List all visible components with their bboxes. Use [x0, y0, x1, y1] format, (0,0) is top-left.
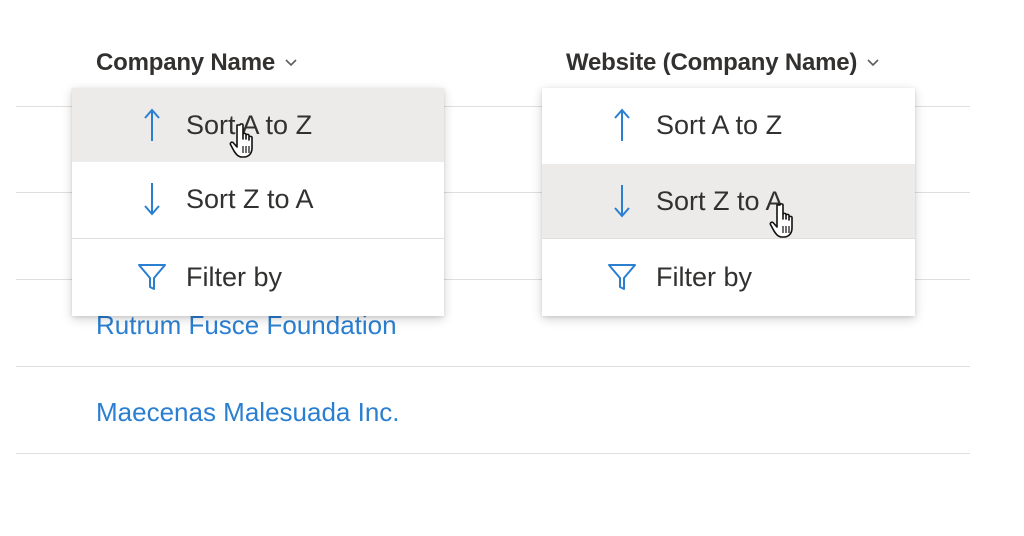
- arrow-down-icon: [606, 181, 638, 221]
- menu-item-sort-a-to-z[interactable]: Sort A to Z: [72, 88, 444, 162]
- menu-item-filter-by[interactable]: Filter by: [72, 240, 444, 314]
- column-header-company-name[interactable]: Company Name: [96, 46, 299, 80]
- menu-item-sort-z-to-a[interactable]: Sort Z to A: [72, 162, 444, 236]
- menu-divider: [72, 238, 444, 239]
- column-header-label: Company Name: [96, 49, 275, 76]
- menu-item-filter-by[interactable]: Filter by: [542, 240, 915, 314]
- company-name-column-menu: Sort A to Z Sort Z to A Filter by: [72, 88, 444, 316]
- menu-item-sort-a-to-z[interactable]: Sort A to Z: [542, 88, 915, 162]
- website-column-menu: Sort A to Z Sort Z to A Filter by: [542, 88, 915, 316]
- menu-divider: [542, 238, 915, 239]
- menu-item-label: Filter by: [656, 261, 753, 292]
- company-name-link[interactable]: Maecenas Malesuada Inc.: [96, 397, 400, 428]
- filter-icon: [136, 257, 168, 297]
- column-header-website[interactable]: Website (Company Name): [566, 46, 881, 80]
- menu-item-label: Sort A to Z: [186, 109, 313, 140]
- row-divider: [16, 366, 970, 367]
- chevron-down-icon: [865, 54, 881, 70]
- row-divider: [16, 453, 970, 454]
- menu-item-sort-z-to-a[interactable]: Sort Z to A: [542, 164, 915, 238]
- filter-icon: [606, 257, 638, 297]
- arrow-down-icon: [136, 179, 168, 219]
- menu-item-label: Sort Z to A: [656, 185, 784, 216]
- chevron-down-icon: [283, 54, 299, 70]
- data-grid: Company Name Website (Company Name) Rutr…: [0, 0, 1024, 536]
- arrow-up-icon: [606, 105, 638, 145]
- menu-item-label: Filter by: [186, 261, 283, 292]
- column-header-label: Website (Company Name): [566, 49, 858, 76]
- arrow-up-icon: [136, 105, 168, 145]
- menu-item-label: Sort A to Z: [656, 109, 783, 140]
- menu-item-label: Sort Z to A: [186, 183, 314, 214]
